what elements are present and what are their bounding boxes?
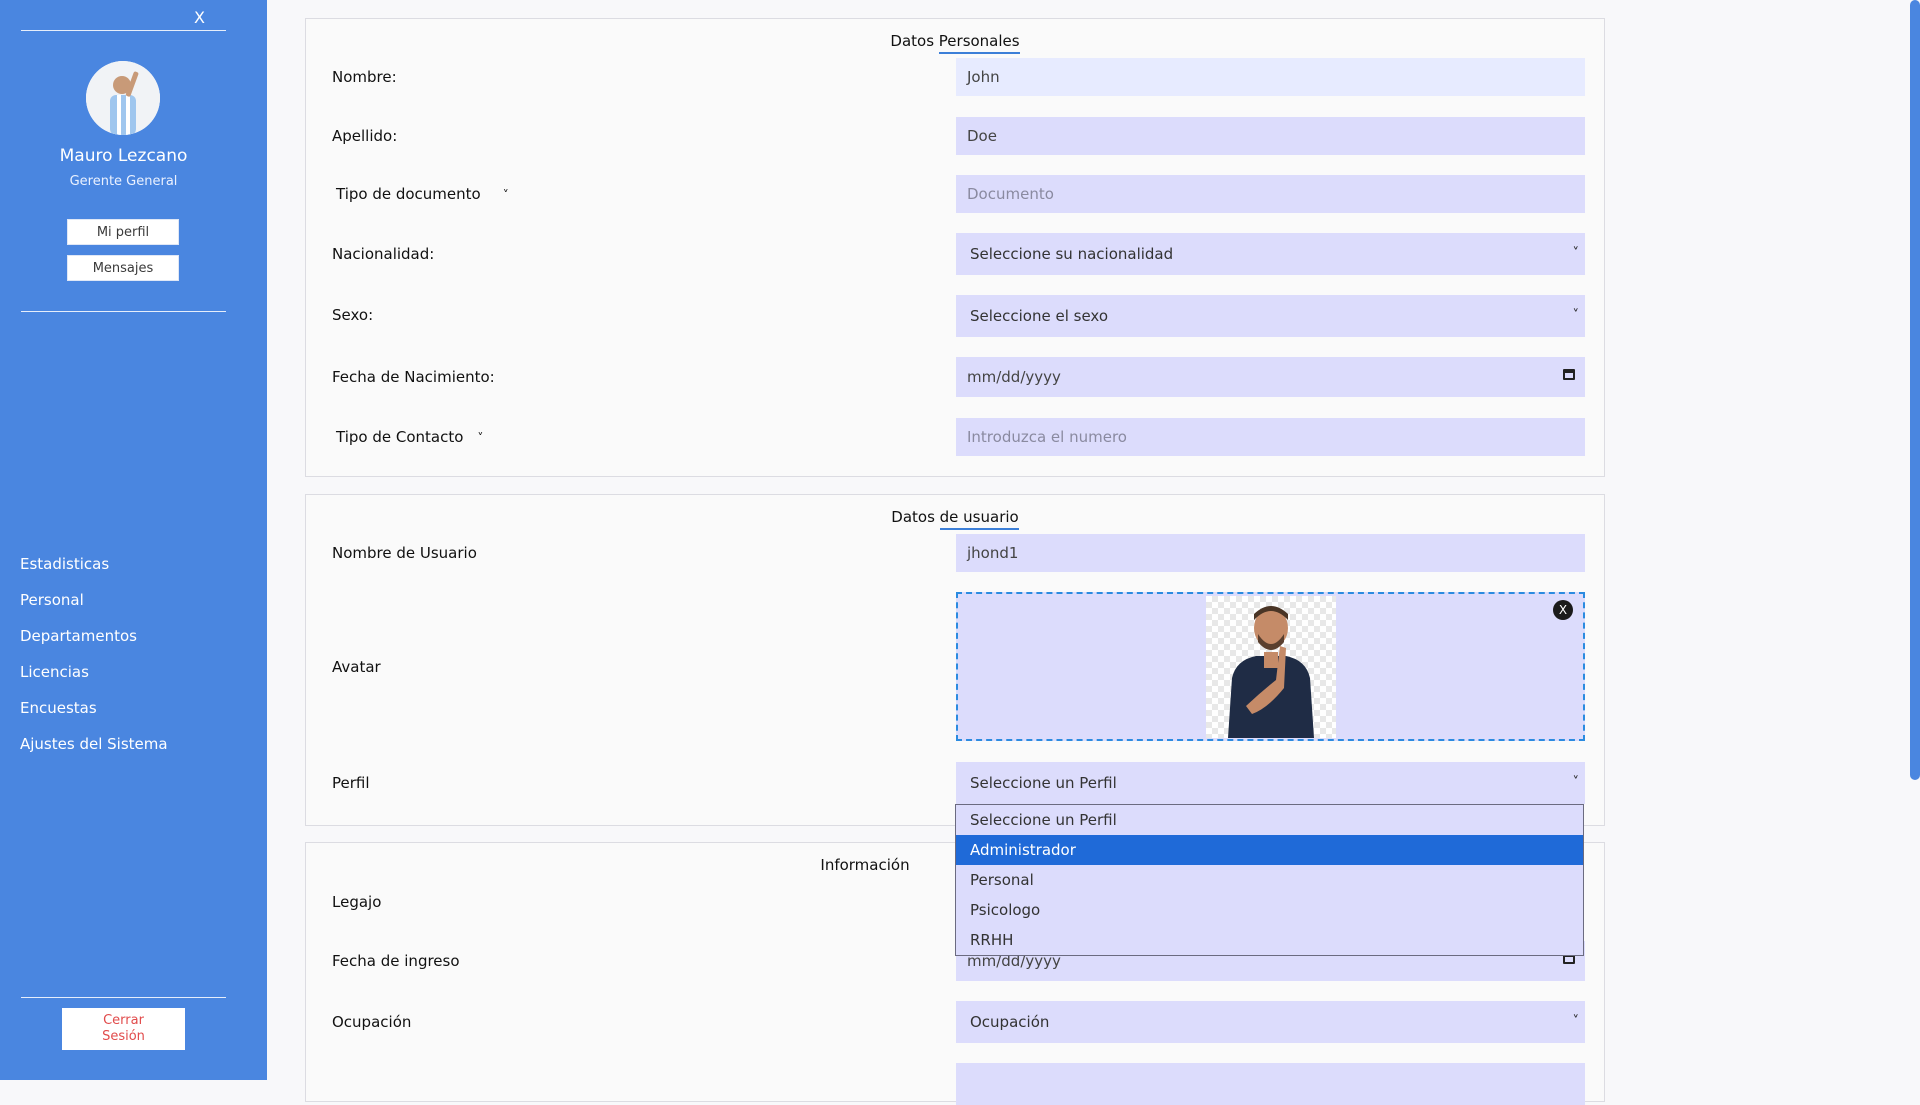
avatar-label: Avatar: [332, 658, 381, 676]
sexo-select[interactable]: Seleccione el sexo ˅: [956, 295, 1585, 337]
ocupacion-label: Ocupación: [332, 1013, 412, 1031]
nacionalidad-value: Seleccione su nacionalidad: [970, 245, 1174, 263]
tipo-contacto-select[interactable]: Tipo de Contacto ˅: [336, 428, 483, 446]
chevron-down-icon: ˅: [1572, 246, 1580, 261]
chevron-down-icon: ˅: [477, 431, 484, 445]
username-input[interactable]: jhond1: [956, 534, 1585, 572]
apellido-input[interactable]: Doe: [956, 117, 1585, 155]
perfil-select[interactable]: Seleccione un Perfil ˅: [956, 762, 1585, 804]
apellido-label: Apellido:: [332, 127, 398, 145]
perfil-value: Seleccione un Perfil: [970, 774, 1117, 792]
scrollbar[interactable]: [1910, 0, 1920, 780]
section-title-part: Personales: [938, 32, 1020, 54]
nombre-label: Nombre:: [332, 68, 397, 86]
user-name: Mauro Lezcano: [59, 146, 188, 166]
user-data-section: Datos de usuario Nombre de Usuario jhond…: [305, 494, 1605, 826]
sidebar-item-estadisticas[interactable]: Estadisticas: [20, 553, 168, 589]
perfil-option[interactable]: Seleccione un Perfil: [956, 805, 1583, 835]
perfil-option[interactable]: Administrador: [956, 835, 1583, 865]
documento-placeholder: Documento: [967, 185, 1054, 203]
chevron-down-icon: ˅: [1572, 308, 1580, 323]
nacionalidad-select[interactable]: Seleccione su nacionalidad ˅: [956, 233, 1585, 275]
tipo-documento-select[interactable]: Tipo de documento ˅: [336, 185, 509, 203]
user-role: Gerente General: [69, 174, 178, 189]
perfil-dropdown-list: Seleccione un Perfil Administrador Perso…: [955, 804, 1584, 956]
sexo-value: Seleccione el sexo: [970, 307, 1109, 325]
section-title-part: Datos: [890, 32, 939, 50]
departamento-select[interactable]: [956, 1063, 1585, 1105]
nacionalidad-label: Nacionalidad:: [332, 245, 435, 263]
section-title-part: de usuario: [939, 508, 1019, 530]
fecha-nacimiento-label: Fecha de Nacimiento:: [332, 368, 495, 386]
section-title-part: Datos: [891, 508, 940, 526]
logout-label: Cerrar Sesión: [102, 1013, 145, 1044]
sexo-label: Sexo:: [332, 306, 374, 324]
avatar: [86, 61, 160, 135]
sidebar-item-ajustes[interactable]: Ajustes del Sistema: [20, 733, 168, 769]
section-title: Datos de usuario: [306, 508, 1604, 530]
perfil-label: Perfil: [332, 774, 370, 792]
legajo-label: Legajo: [332, 893, 382, 911]
tipo-contacto-label: Tipo de Contacto: [336, 428, 464, 446]
sidebar-item-encuestas[interactable]: Encuestas: [20, 697, 168, 733]
documento-input[interactable]: Documento: [956, 175, 1585, 213]
contacto-input[interactable]: Introduzca el numero: [956, 418, 1585, 456]
sidebar-nav: Estadisticas Personal Departamentos Lice…: [20, 553, 168, 769]
sidebar-item-licencias[interactable]: Licencias: [20, 661, 168, 697]
username-label: Nombre de Usuario: [332, 544, 477, 562]
chevron-down-icon: ˅: [1572, 775, 1580, 790]
avatar-dropzone[interactable]: X: [956, 592, 1585, 741]
messages-button[interactable]: Mensajes: [67, 255, 179, 281]
chevron-down-icon: ˅: [1572, 1014, 1580, 1029]
fecha-nacimiento-value: mm/dd/yyyy: [967, 368, 1061, 386]
nombre-input[interactable]: John: [956, 58, 1585, 96]
perfil-option[interactable]: RRHH: [956, 925, 1583, 955]
avatar-preview-image: [1228, 606, 1314, 738]
avatar-preview: [1206, 596, 1336, 738]
ocupacion-select[interactable]: Ocupación ˅: [956, 1001, 1585, 1043]
ocupacion-value: Ocupación: [970, 1013, 1050, 1031]
personal-data-section: Datos Personales Nombre: John Apellido: …: [305, 18, 1605, 477]
my-profile-button[interactable]: Mi perfil: [67, 219, 179, 245]
divider: [21, 311, 226, 312]
contacto-placeholder: Introduzca el numero: [967, 428, 1127, 446]
sidebar-close-button[interactable]: X: [194, 8, 205, 27]
fecha-nacimiento-input[interactable]: mm/dd/yyyy: [956, 357, 1585, 397]
tipo-documento-label: Tipo de documento: [336, 185, 481, 203]
perfil-option[interactable]: Personal: [956, 865, 1583, 895]
divider: [21, 30, 226, 31]
section-title: Datos Personales: [306, 32, 1604, 54]
sidebar-item-departamentos[interactable]: Departamentos: [20, 625, 168, 661]
logout-button[interactable]: Cerrar Sesión: [62, 1008, 185, 1050]
chevron-down-icon: ˅: [502, 188, 509, 202]
user-avatar-image: [86, 61, 160, 135]
sidebar-item-personal[interactable]: Personal: [20, 589, 168, 625]
perfil-option[interactable]: Psicologo: [956, 895, 1583, 925]
divider: [21, 997, 226, 998]
calendar-icon[interactable]: [1563, 369, 1575, 380]
fecha-ingreso-label: Fecha de ingreso: [332, 952, 460, 970]
remove-avatar-button[interactable]: X: [1553, 600, 1573, 620]
sidebar: X Mauro Lezcano Gerente General Mi perfi…: [0, 0, 267, 1080]
